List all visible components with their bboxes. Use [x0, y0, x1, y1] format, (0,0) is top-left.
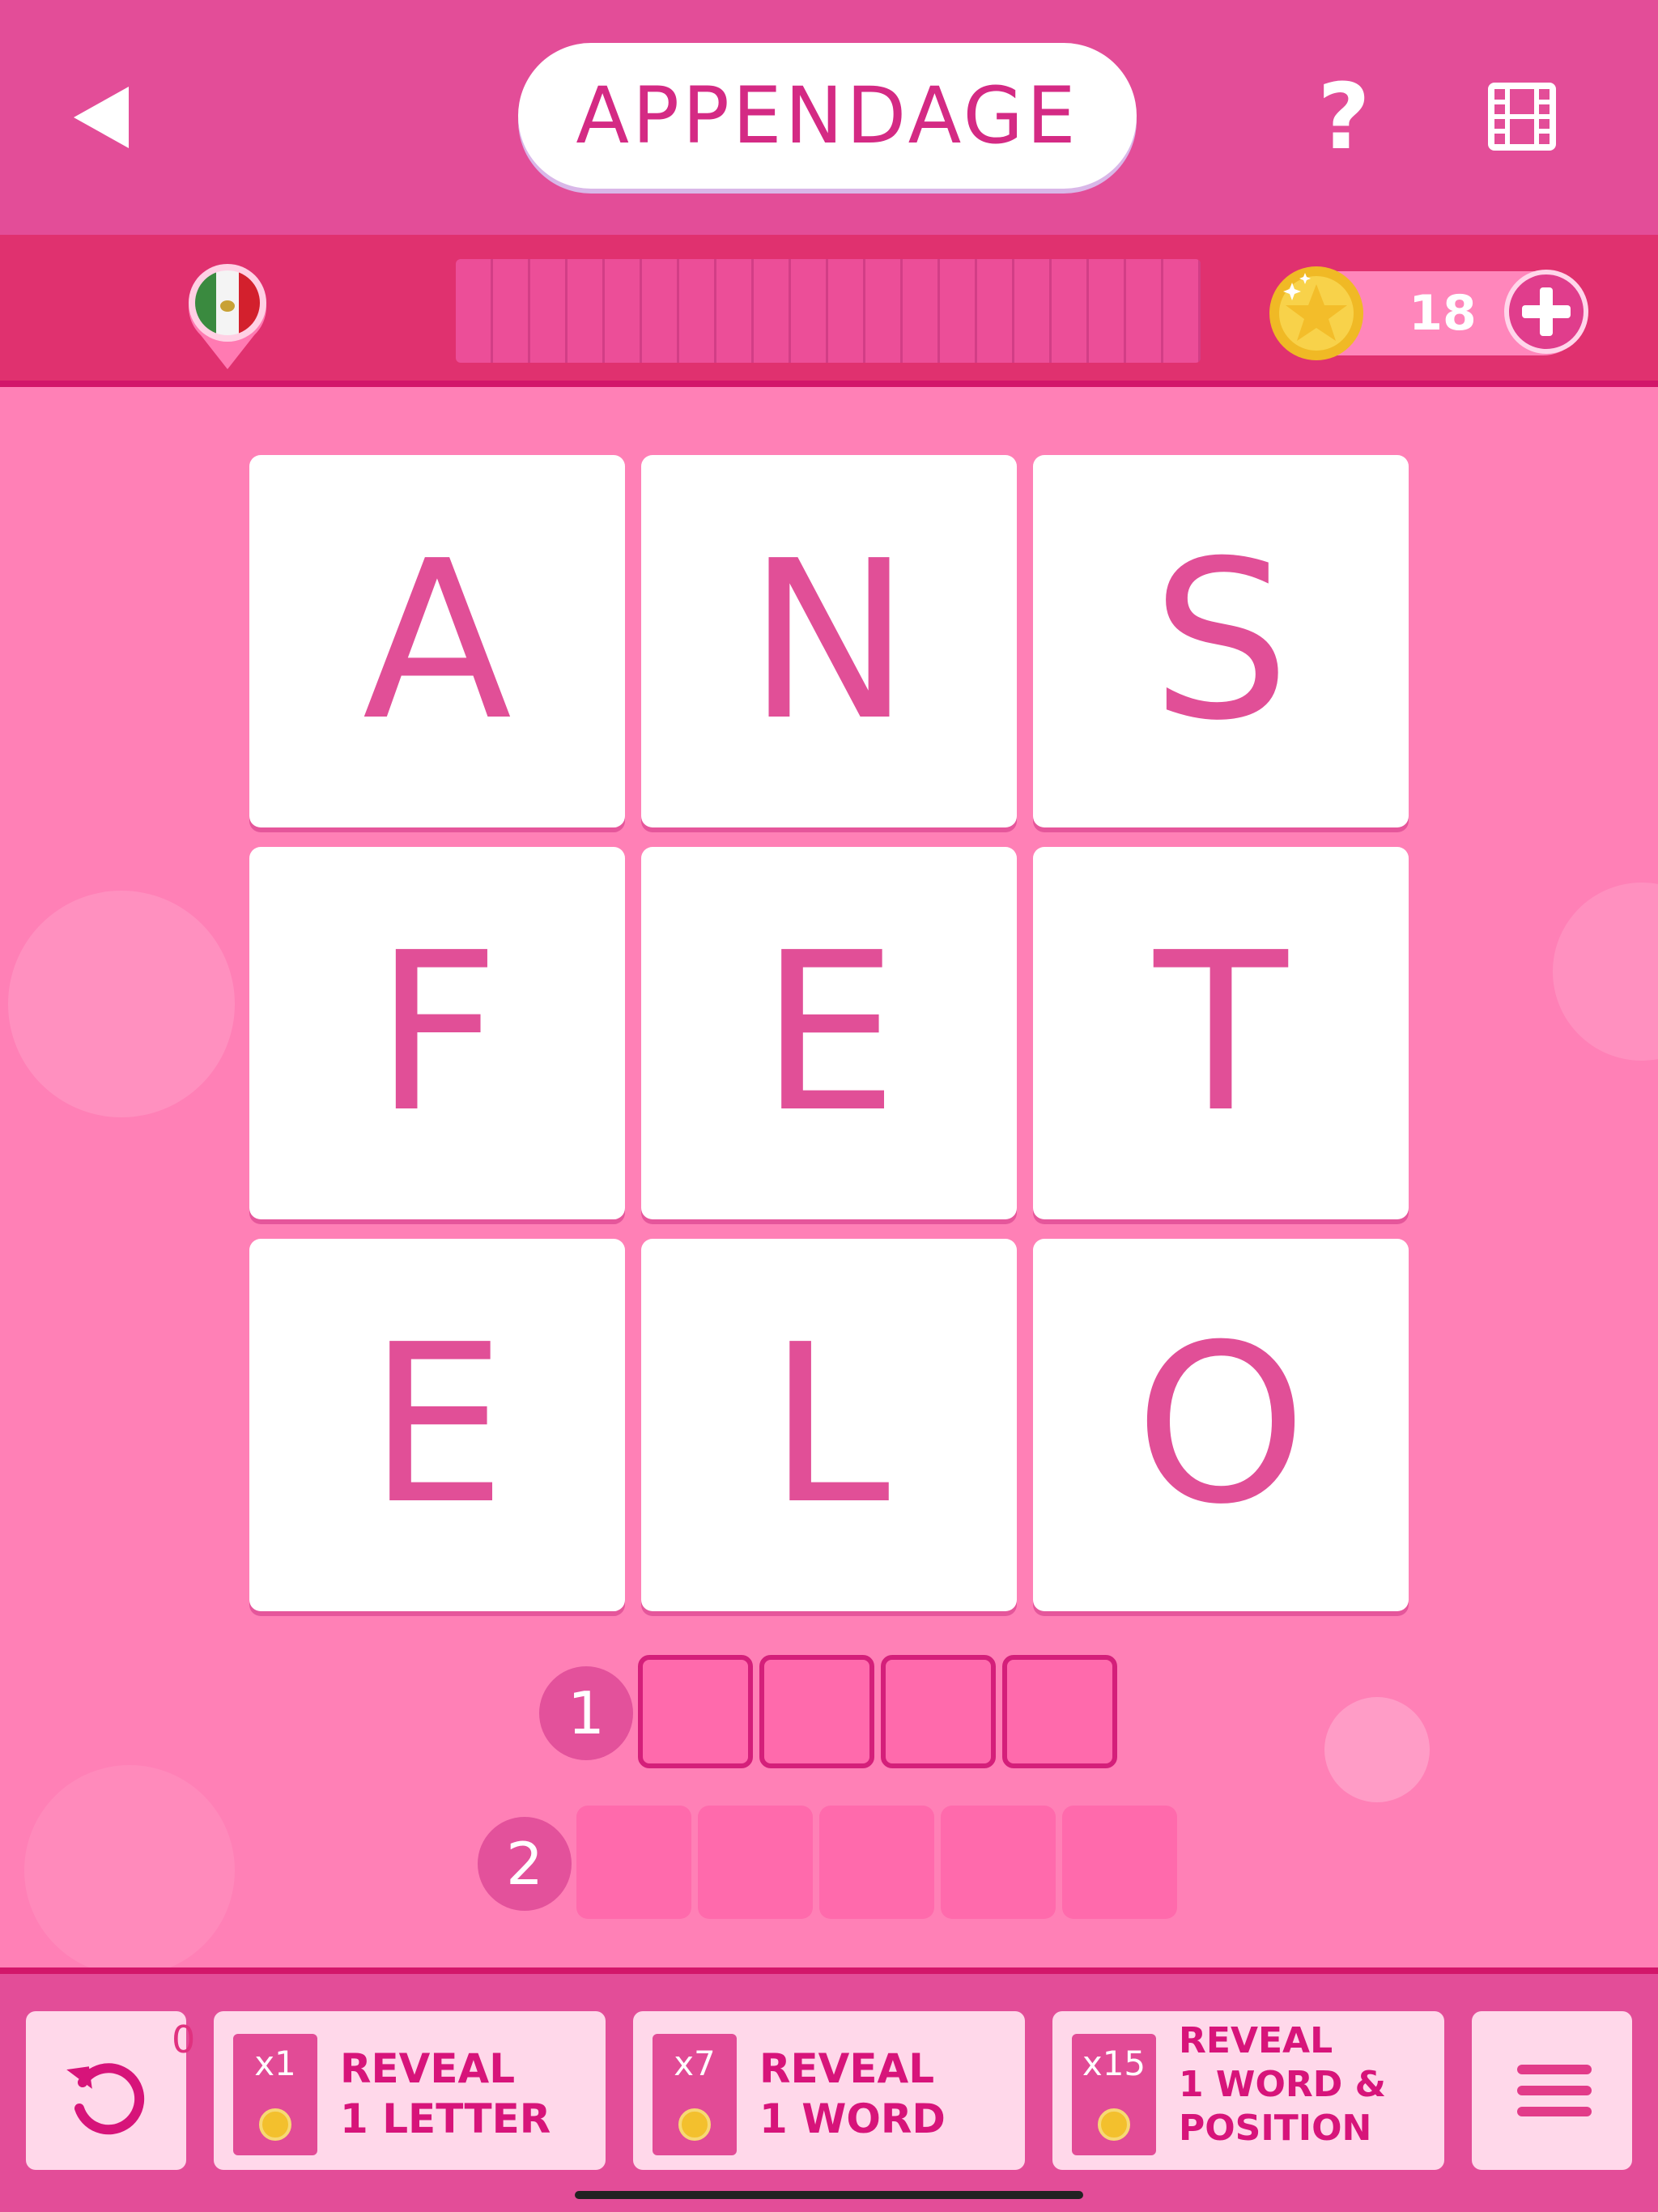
progress-segment — [1014, 259, 1052, 363]
reveal-position-button[interactable]: x15 REVEAL 1 WORD & POSITION — [1052, 2011, 1444, 2170]
video-button[interactable] — [1488, 83, 1556, 151]
menu-button[interactable] — [1472, 2011, 1632, 2170]
puzzle-title-text: APPENDAGE — [576, 70, 1079, 161]
cost-badge: x1 — [233, 2034, 317, 2155]
tile-letter: T — [1154, 905, 1288, 1160]
bokeh-decoration — [1553, 883, 1658, 1061]
letter-slot — [759, 1655, 874, 1768]
progress-segment — [1089, 259, 1126, 363]
reveal-word-line2: 1 WORD — [759, 2095, 946, 2142]
help-button[interactable]: ? — [1303, 72, 1384, 163]
progress-segment — [716, 259, 754, 363]
tile-letter: E — [759, 905, 899, 1160]
cost-badge: x7 — [653, 2034, 737, 2155]
undo-icon — [66, 2063, 145, 2135]
undo-count: 0 — [172, 2018, 196, 2061]
progress-segment — [1126, 259, 1163, 363]
progress-segment — [828, 259, 865, 363]
progress-segment — [679, 259, 716, 363]
back-button[interactable] — [65, 81, 138, 154]
letter-slot — [941, 1806, 1056, 1919]
progress-segment — [791, 259, 828, 363]
hamburger-menu-icon — [1517, 2065, 1592, 2074]
reveal-word-button[interactable]: x7 REVEAL 1 WORD — [633, 2011, 1025, 2170]
letter-slot — [819, 1806, 934, 1919]
tile-letter: F — [374, 905, 500, 1160]
letter-tile[interactable]: N — [641, 455, 1017, 827]
letter-slot — [576, 1806, 691, 1919]
coin-count: 18 — [1409, 285, 1477, 342]
undo-button[interactable]: 0 — [26, 2011, 195, 2170]
tile-letter: S — [1151, 513, 1290, 768]
letter-tile[interactable]: S — [1033, 455, 1409, 827]
tile-letter: O — [1134, 1297, 1307, 1552]
back-arrow-icon — [74, 87, 129, 148]
letter-tile[interactable]: O — [1033, 1239, 1409, 1611]
coin-icon — [678, 2108, 711, 2141]
letter-tile[interactable]: F — [249, 847, 625, 1219]
cost-multiplier: x1 — [254, 2044, 296, 2083]
cost-multiplier: x7 — [674, 2044, 716, 2083]
progress-segment — [903, 259, 940, 363]
star-coin-icon — [1268, 265, 1365, 362]
progress-bar — [456, 259, 1201, 363]
hamburger-menu-icon — [1517, 2107, 1592, 2116]
letter-tile[interactable]: A — [249, 455, 625, 827]
letter-slot — [1002, 1655, 1117, 1768]
letter-grid: A N S F E T E L O — [249, 455, 1409, 1613]
reveal-position-line3: POSITION — [1179, 2108, 1372, 2149]
bokeh-decoration — [1324, 1697, 1430, 1802]
tile-letter: N — [747, 513, 911, 768]
letter-tile[interactable]: E — [641, 847, 1017, 1219]
tile-letter: E — [368, 1297, 507, 1552]
bokeh-decoration — [8, 891, 235, 1117]
progress-segment — [530, 259, 568, 363]
progress-segment — [1163, 259, 1201, 363]
reveal-letter-button[interactable]: x1 REVEAL 1 LETTER — [214, 2011, 606, 2170]
coin-icon — [259, 2108, 291, 2141]
progress-segment — [568, 259, 605, 363]
progress-segment — [642, 259, 679, 363]
film-icon — [1488, 83, 1556, 151]
level-pack-button[interactable] — [183, 257, 272, 371]
coin-icon — [1098, 2108, 1130, 2141]
word-number-1: 1 — [539, 1666, 633, 1760]
plus-icon — [1522, 287, 1571, 336]
letter-slot — [1062, 1806, 1177, 1919]
reveal-position-line1: REVEAL — [1179, 2020, 1333, 2061]
progress-segment — [754, 259, 791, 363]
cost-badge: x15 — [1072, 2034, 1156, 2155]
progress-segment — [940, 259, 977, 363]
tile-letter: A — [362, 513, 512, 768]
letter-slot — [638, 1655, 753, 1768]
progress-segment — [977, 259, 1014, 363]
letter-slot — [881, 1655, 996, 1768]
mexico-flag-pin-icon — [189, 264, 266, 369]
progress-segment — [865, 259, 903, 363]
letter-tile[interactable]: T — [1033, 847, 1409, 1219]
puzzle-title: APPENDAGE — [518, 43, 1137, 189]
progress-segment — [456, 259, 493, 363]
progress-segment — [605, 259, 642, 363]
home-indicator — [575, 2191, 1083, 2199]
tile-letter: L — [767, 1297, 891, 1552]
add-coins-button[interactable] — [1504, 270, 1588, 354]
reveal-letter-line1: REVEAL — [340, 2045, 516, 2092]
letter-tile[interactable]: L — [641, 1239, 1017, 1611]
cost-multiplier: x15 — [1082, 2044, 1146, 2083]
progress-segment — [493, 259, 530, 363]
letter-slot — [698, 1806, 813, 1919]
letter-tile[interactable]: E — [249, 1239, 625, 1611]
progress-segment — [1052, 259, 1089, 363]
bokeh-decoration — [24, 1765, 235, 1976]
reveal-word-line1: REVEAL — [759, 2045, 935, 2092]
reveal-position-line2: 1 WORD & — [1179, 2064, 1386, 2105]
reveal-letter-line2: 1 LETTER — [340, 2095, 551, 2142]
hamburger-menu-icon — [1517, 2086, 1592, 2095]
word-number-2: 2 — [478, 1817, 572, 1911]
